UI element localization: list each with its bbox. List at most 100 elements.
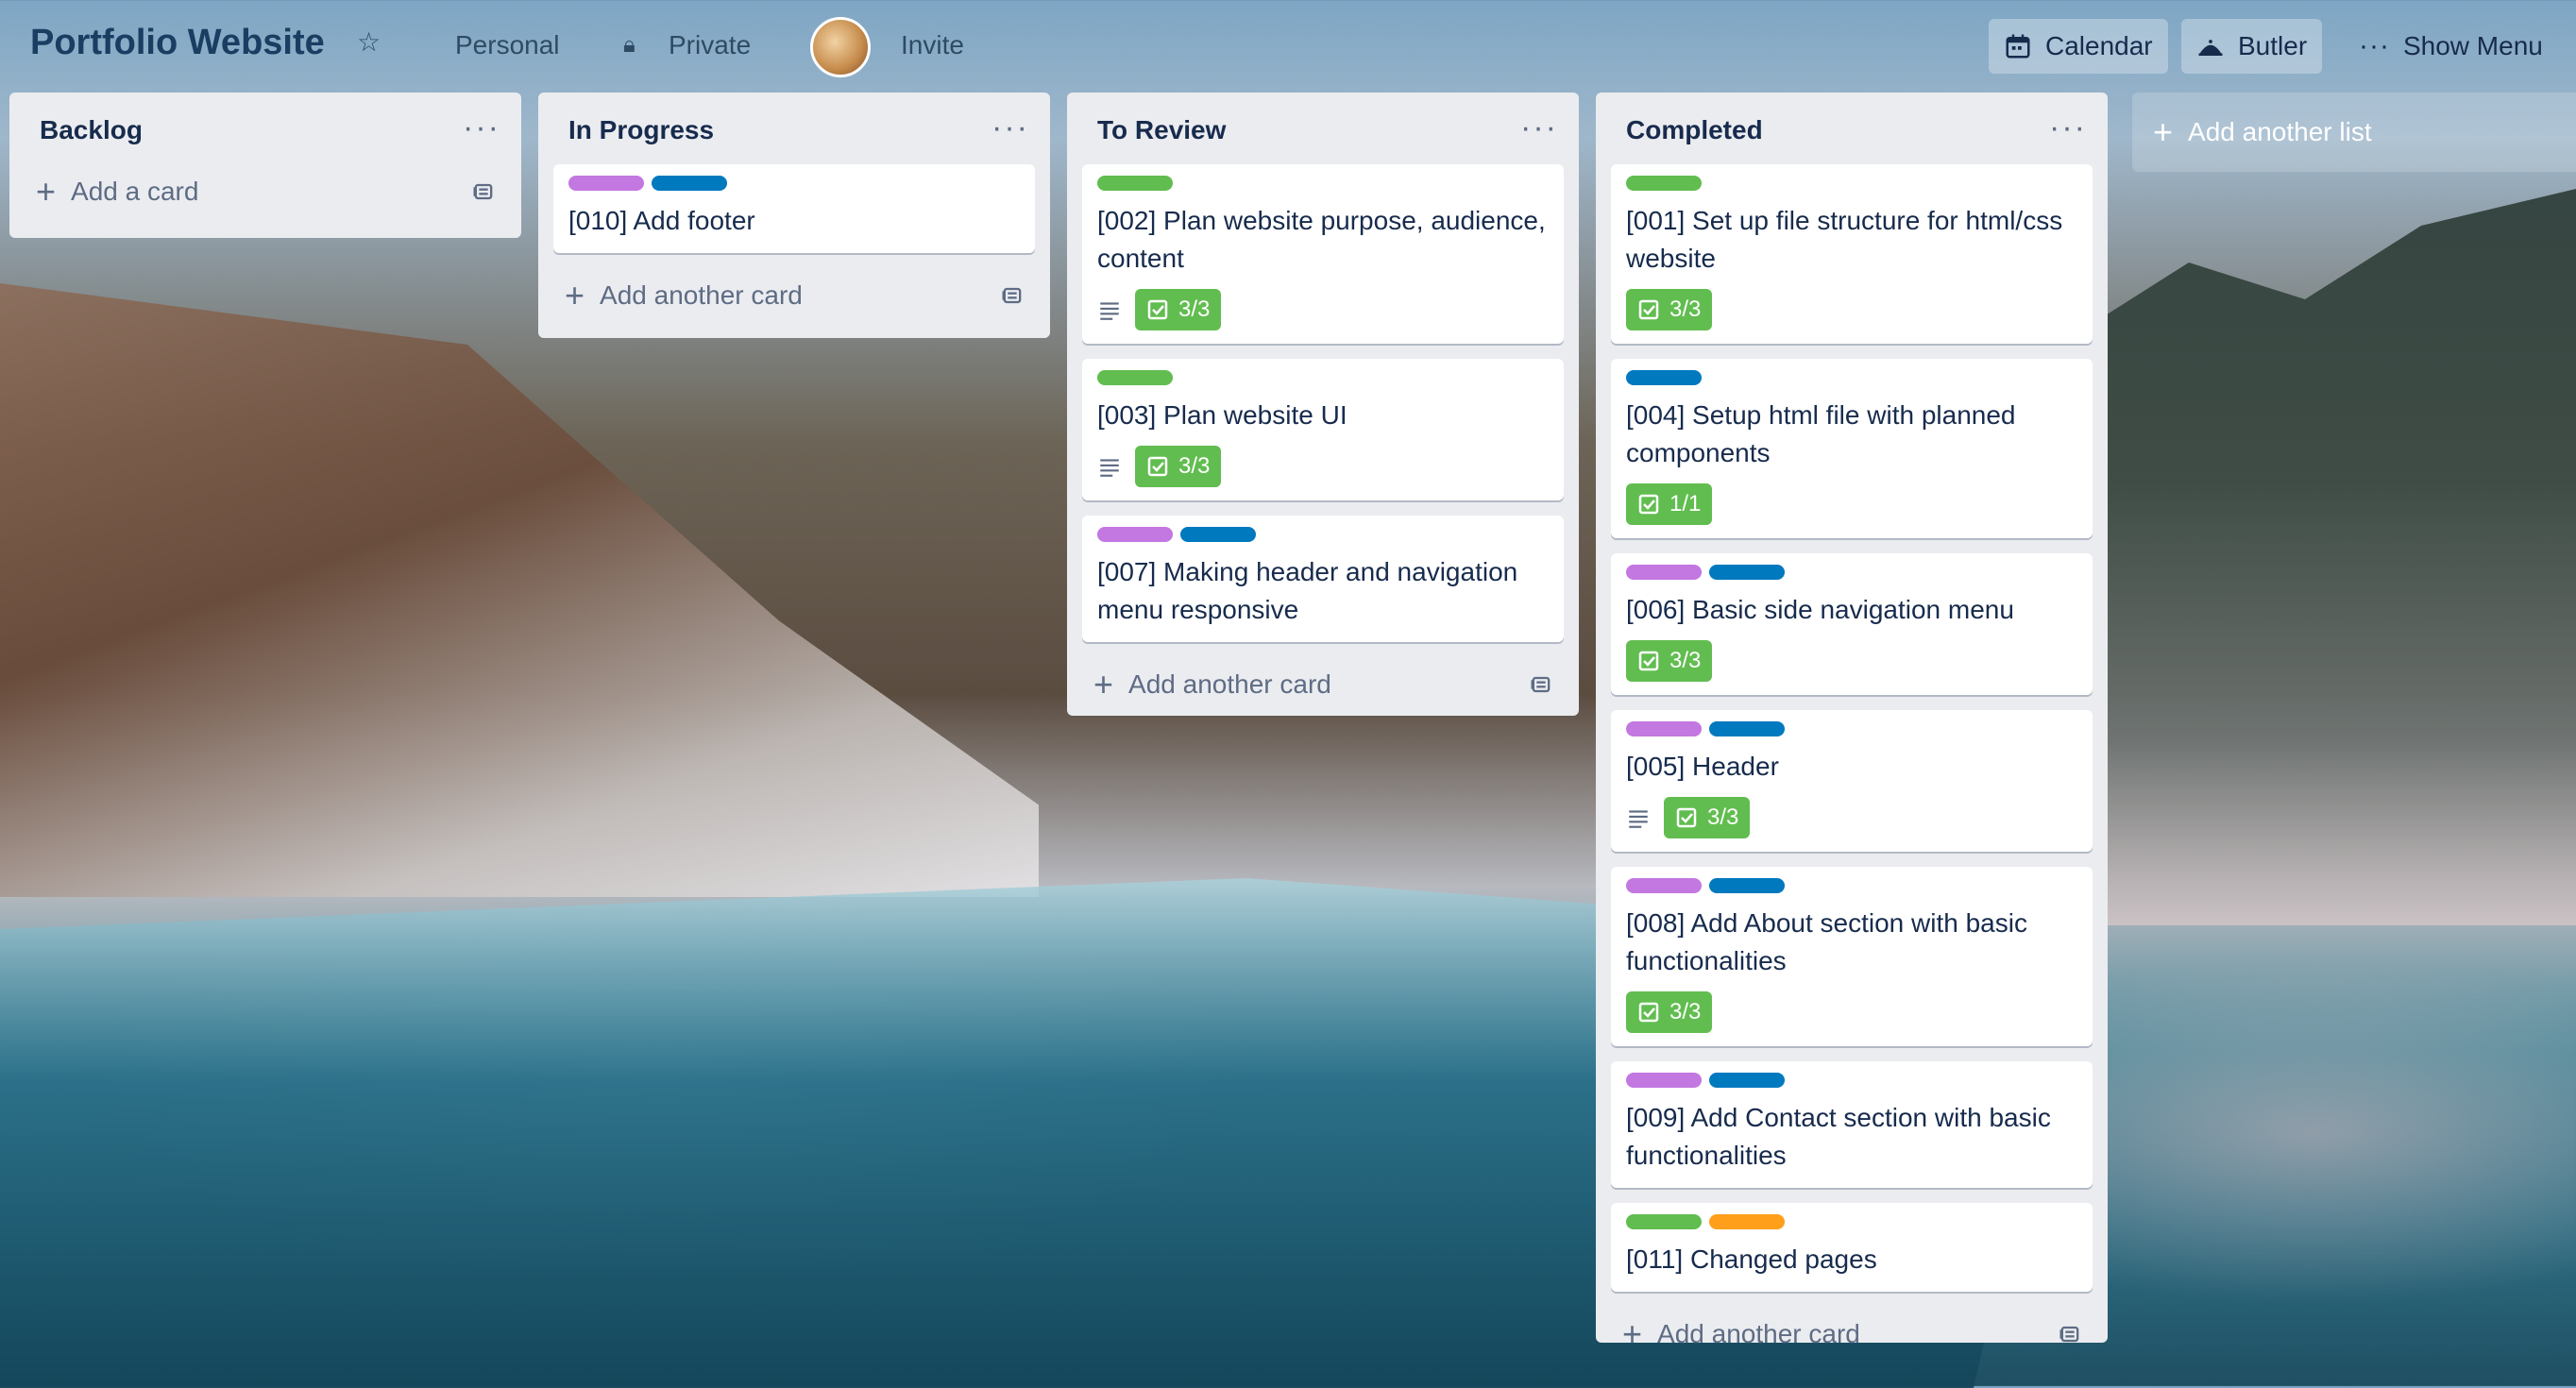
label-green (1097, 370, 1173, 385)
label-green (1626, 1214, 1702, 1229)
label-blue (1709, 565, 1785, 580)
add-list-button[interactable]: + Add another list (2132, 93, 2576, 172)
list-header: Completed ··· (1596, 93, 2108, 164)
card-title: [008] Add About section with basic funct… (1626, 908, 2027, 975)
card-title: [010] Add footer (568, 206, 755, 235)
checklist-badge: 3/3 (1626, 640, 1713, 682)
label-purple (1626, 1073, 1702, 1088)
label-purple (1097, 527, 1173, 542)
label-purple (1626, 565, 1702, 580)
add-card-label: Add another card (1128, 669, 1331, 699)
checklist-badge: 1/1 (1626, 483, 1713, 525)
plus-icon: + (36, 172, 57, 211)
card[interactable]: [002] Plan website purpose, audience, co… (1082, 164, 1564, 344)
card-template-icon[interactable] (999, 282, 1025, 309)
card[interactable]: [009] Add Contact section with basic fun… (1611, 1061, 2093, 1188)
card-title: [005] Header (1626, 752, 1779, 781)
butler-button[interactable]: Butler (2181, 19, 2323, 74)
label-blue (652, 176, 727, 191)
checklist-icon (1147, 299, 1168, 320)
label-green (1626, 176, 1702, 191)
list-title[interactable]: To Review (1097, 115, 1226, 145)
checklist-count: 3/3 (1707, 804, 1739, 830)
star-icon[interactable]: ☆ (357, 26, 381, 58)
card[interactable]: [007] Making header and navigation menu … (1082, 516, 1564, 642)
card-title: [011] Changed pages (1626, 1244, 1877, 1274)
plus-icon: + (565, 276, 585, 314)
add-card-label: Add another card (600, 280, 803, 310)
list-title[interactable]: Completed (1626, 115, 1763, 145)
card[interactable]: [004] Setup html file with planned compo… (1611, 359, 2093, 538)
card[interactable]: [003] Plan website UI 3/3 (1082, 359, 1564, 500)
list-to-review: To Review ··· [002] Plan website purpose… (1067, 93, 1579, 716)
add-card-button[interactable]: + Add a card (25, 164, 506, 219)
show-menu-button[interactable]: ··· Show Menu (2344, 19, 2558, 74)
list-menu-icon[interactable]: ··· (463, 110, 500, 146)
checklist-badge: 3/3 (1664, 797, 1751, 838)
visibility-button[interactable]: Private (669, 30, 751, 60)
checklist-count: 3/3 (1669, 999, 1702, 1024)
background-mountain (0, 283, 1039, 897)
card-title: [004] Setup html file with planned compo… (1626, 400, 2016, 467)
checklist-count: 3/3 (1178, 453, 1211, 479)
card[interactable]: [006] Basic side navigation menu 3/3 (1611, 553, 2093, 695)
add-list-label: Add another list (2188, 117, 2372, 146)
description-icon (1100, 459, 1119, 477)
description-icon (1629, 810, 1648, 828)
label-orange (1709, 1214, 1785, 1229)
card[interactable]: [010] Add footer (553, 164, 1035, 253)
list-header: Backlog ··· (9, 93, 521, 164)
calendar-button[interactable]: Calendar (1989, 19, 2168, 74)
card-title: [002] Plan website purpose, audience, co… (1097, 206, 1546, 273)
card-template-icon[interactable] (470, 178, 497, 205)
avatar[interactable] (810, 17, 871, 77)
more-icon: ··· (2359, 30, 2390, 61)
checklist-icon (1638, 1002, 1659, 1023)
card-template-icon[interactable] (2057, 1321, 2083, 1347)
description-icon (1100, 302, 1119, 320)
checklist-badge: 3/3 (1135, 446, 1222, 487)
card[interactable]: [005] Header 3/3 (1611, 710, 2093, 852)
list-completed: Completed ··· [001] Set up file structur… (1596, 93, 2108, 1351)
label-purple (568, 176, 644, 191)
list-backlog: Backlog ··· + Add a card (9, 93, 521, 238)
add-card-button[interactable]: + Add another card (553, 268, 1035, 323)
plus-icon: + (1622, 1314, 1643, 1353)
card-title: [009] Add Contact section with basic fun… (1626, 1103, 2051, 1170)
plus-icon: + (1093, 665, 1114, 703)
card-template-icon[interactable] (1528, 671, 1554, 698)
plus-icon: + (2153, 112, 2174, 151)
checklist-icon (1676, 807, 1697, 828)
label-green (1097, 176, 1173, 191)
label-blue (1709, 721, 1785, 736)
card[interactable]: [001] Set up file structure for html/css… (1611, 164, 2093, 344)
list-menu-icon[interactable]: ··· (1520, 110, 1558, 146)
card[interactable]: [008] Add About section with basic funct… (1611, 867, 2093, 1046)
team-button[interactable]: Personal (455, 30, 560, 60)
label-blue (1626, 370, 1702, 385)
list-title[interactable]: In Progress (568, 115, 714, 145)
list-in-progress: In Progress ··· [010] Add footer + Add an… (538, 93, 1050, 338)
checklist-badge: 3/3 (1626, 289, 1713, 330)
checklist-icon (1638, 494, 1659, 515)
card[interactable]: [011] Changed pages (1611, 1203, 2093, 1292)
label-purple (1626, 721, 1702, 736)
add-card-button[interactable]: + Add another card (1082, 657, 1564, 712)
add-card-button[interactable]: + Add another card (1611, 1307, 2093, 1362)
label-blue (1180, 527, 1256, 542)
butler-icon (2198, 40, 2223, 56)
add-card-label: Add another card (1657, 1319, 1860, 1348)
card-title: [007] Making header and navigation menu … (1097, 557, 1518, 624)
butler-label: Butler (2238, 31, 2308, 60)
calendar-icon (2006, 34, 2030, 59)
calendar-label: Calendar (2045, 31, 2153, 60)
board-title[interactable]: Portfolio Website (30, 23, 325, 63)
checklist-count: 3/3 (1669, 648, 1702, 673)
invite-button[interactable]: Invite (901, 30, 964, 60)
label-purple (1626, 878, 1702, 893)
list-title[interactable]: Backlog (40, 115, 143, 145)
list-menu-icon[interactable]: ··· (2049, 110, 2087, 146)
list-menu-icon[interactable]: ··· (991, 110, 1029, 146)
checklist-count: 3/3 (1669, 296, 1702, 322)
checklist-count: 1/1 (1669, 491, 1702, 516)
